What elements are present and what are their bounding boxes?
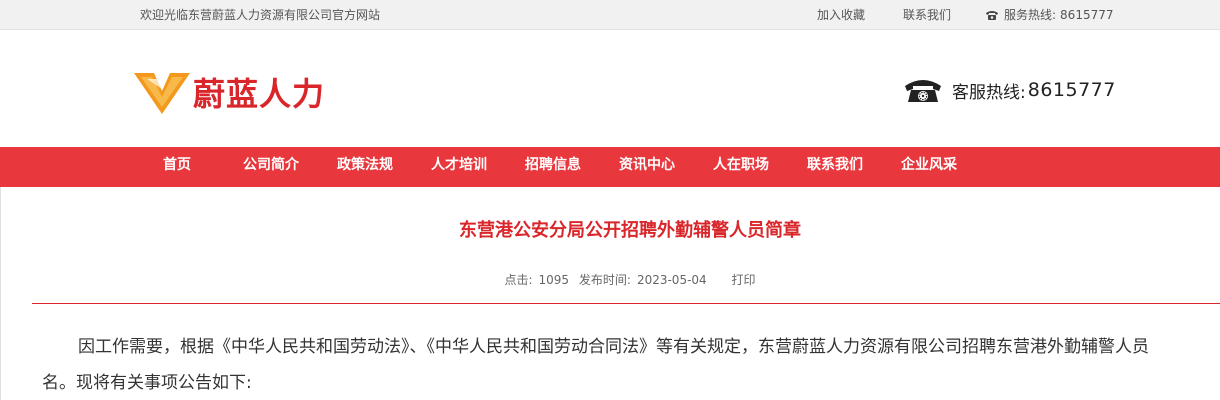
nav-item-career[interactable]: 人在职场 <box>713 147 769 187</box>
service-hotline: 服务热线: 8615777 <box>985 6 1114 23</box>
main-nav: 首页 公司简介 政策法规 人才培训 招聘信息 资讯中心 人在职场 联系我们 企业… <box>0 147 1220 187</box>
welcome-text: 欢迎光临东营蔚蓝人力资源有限公司官方网站 <box>140 8 381 22</box>
service-hotline-label: 服务热线: <box>1004 8 1057 22</box>
customer-hotline: 客服热线: 8615777 <box>903 76 1116 104</box>
article-paragraph: 因工作需要，根据《中华人民共和国劳动法》、《中华人民共和国劳动合同法》等有关规定… <box>42 329 1220 400</box>
brand-name: 蔚蓝人力 <box>193 75 326 113</box>
publish-date-label: 发布时间: <box>578 273 631 287</box>
customer-hotline-label: 客服热线: <box>952 82 1026 103</box>
print-link[interactable]: 打印 <box>732 273 756 287</box>
telephone-icon <box>985 9 999 21</box>
top-bar: 欢迎光临东营蔚蓝人力资源有限公司官方网站 加入收藏 联系我们 服务热线: 861… <box>0 0 1220 30</box>
article-meta: 点击: 1095 发布时间: 2023-05-04 打印 <box>0 271 1220 288</box>
nav-item-about[interactable]: 公司简介 <box>243 147 299 187</box>
publish-date: 2023-05-04 <box>636 273 707 287</box>
article-content: 东营港公安分局公开招聘外勤辅警人员简章 点击: 1095 发布时间: 2023-05… <box>0 187 1220 400</box>
contact-us-link[interactable]: 联系我们 <box>903 6 951 23</box>
paragraph-line: 名。现将有关事项公告如下: <box>42 373 252 393</box>
nav-item-gallery[interactable]: 企业风采 <box>901 147 957 187</box>
title-divider <box>32 303 1220 304</box>
nav-item-contact[interactable]: 联系我们 <box>807 147 863 187</box>
clicks-label: 点击: <box>504 273 533 287</box>
site-header: 蔚蓝人力 客服热线: 8615777 <box>0 31 1220 147</box>
telephone-icon <box>905 80 941 102</box>
nav-item-training[interactable]: 人才培训 <box>431 147 487 187</box>
logo-v-icon <box>134 73 190 114</box>
nav-item-home[interactable]: 首页 <box>163 147 191 187</box>
customer-hotline-number: 8615777 <box>1027 79 1116 101</box>
clicks-count: 1095 <box>538 273 570 287</box>
site-logo[interactable]: 蔚蓝人力 <box>133 69 325 115</box>
service-hotline-number: 8615777 <box>1060 7 1114 22</box>
nav-item-jobs[interactable]: 招聘信息 <box>525 147 581 187</box>
paragraph-line: 因工作需要，根据《中华人民共和国劳动法》、《中华人民共和国劳动合同法》等有关规定… <box>78 337 1149 357</box>
article-title: 东营港公安分局公开招聘外勤辅警人员简章 <box>459 220 801 241</box>
add-favorite-link[interactable]: 加入收藏 <box>817 6 865 23</box>
nav-item-news[interactable]: 资讯中心 <box>619 147 675 187</box>
nav-item-policy[interactable]: 政策法规 <box>337 147 393 187</box>
